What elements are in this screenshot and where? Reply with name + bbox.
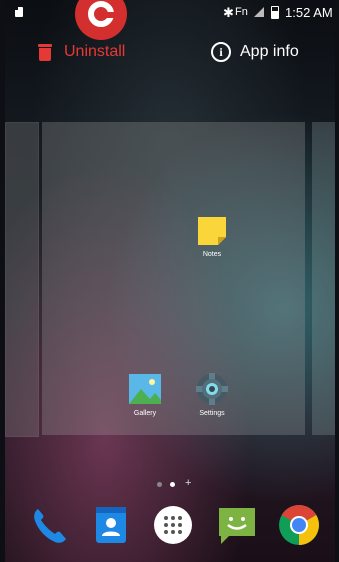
contacts-icon[interactable] bbox=[89, 503, 133, 547]
trash-icon bbox=[38, 43, 52, 61]
app-info-label: App info bbox=[240, 43, 299, 60]
workspace-page-right[interactable] bbox=[312, 122, 335, 435]
app-label: Gallery bbox=[133, 410, 157, 417]
page-dot-active bbox=[170, 482, 175, 487]
phone-icon[interactable] bbox=[27, 503, 71, 547]
page-indicator[interactable]: + bbox=[157, 477, 197, 492]
workspace-page-left[interactable] bbox=[5, 122, 39, 437]
page-dot bbox=[157, 482, 162, 487]
signal-icon bbox=[254, 7, 264, 17]
clock: 1:52 AM bbox=[285, 5, 333, 20]
uninstall-label: Uninstall bbox=[64, 43, 126, 60]
app-gallery[interactable]: Gallery bbox=[115, 372, 175, 417]
add-page-icon: + bbox=[185, 477, 192, 489]
bluetooth-icon: ✱ bbox=[223, 5, 234, 20]
sd-card-icon bbox=[15, 7, 23, 17]
app-info-drop-target[interactable]: i App info bbox=[211, 40, 299, 64]
status-bar: ✱ Fn 1:52 AM bbox=[5, 0, 335, 24]
app-label: Settings bbox=[199, 410, 225, 417]
app-settings[interactable]: Settings bbox=[182, 372, 242, 417]
battery-icon bbox=[271, 6, 279, 19]
messaging-icon[interactable] bbox=[215, 503, 259, 547]
workspace-page-current[interactable]: Notes Gallery Settings bbox=[42, 122, 305, 435]
home-screen: ✱ Fn 1:52 AM Uninstall i App info Notes bbox=[5, 0, 335, 562]
dragged-app-icon[interactable] bbox=[75, 0, 127, 40]
chrome-icon[interactable] bbox=[277, 503, 321, 547]
gallery-icon bbox=[129, 374, 161, 404]
info-icon: i bbox=[211, 42, 231, 62]
fn-indicator: Fn bbox=[235, 6, 248, 18]
app-label: Notes bbox=[202, 251, 222, 258]
notes-icon bbox=[198, 217, 226, 245]
settings-icon bbox=[196, 373, 228, 405]
uninstall-drop-target[interactable]: Uninstall bbox=[38, 40, 125, 64]
app-drawer-icon[interactable] bbox=[151, 503, 195, 547]
dock bbox=[5, 503, 335, 555]
app-notes[interactable]: Notes bbox=[182, 215, 242, 258]
